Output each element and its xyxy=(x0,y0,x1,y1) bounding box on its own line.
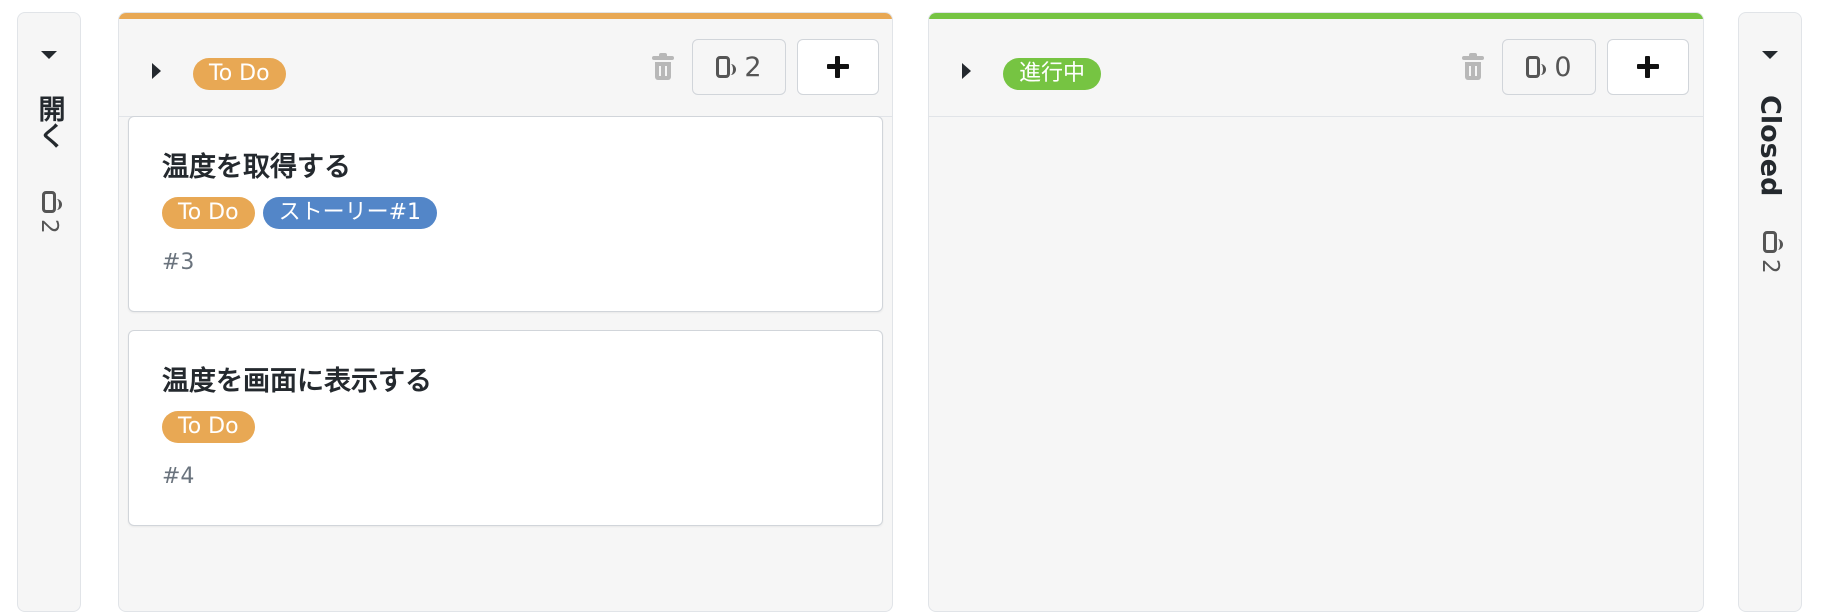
card[interactable]: 温度を取得する To Do ストーリー#1 #3 xyxy=(128,116,883,312)
card-count-button[interactable]: 2 xyxy=(692,39,786,95)
column-label-badge: To Do xyxy=(193,58,286,90)
card-count-button[interactable]: 0 xyxy=(1502,39,1596,95)
column-todo: To Do 2 温度を取得する To Do ストーリー#1 #3 温度を画面に表… xyxy=(118,12,893,612)
plus-icon xyxy=(1637,56,1659,78)
chevron-down-icon[interactable] xyxy=(41,51,57,59)
collapsed-column-title: 開く xyxy=(33,95,65,149)
card-number: #4 xyxy=(162,464,195,489)
add-card-button[interactable] xyxy=(1607,39,1689,95)
column-header: To Do 2 xyxy=(119,19,892,117)
chevron-right-icon[interactable] xyxy=(152,63,161,79)
card-title: 温度を画面に表示する xyxy=(162,366,432,397)
card-count-icon xyxy=(1763,231,1783,253)
card-label-todo: To Do xyxy=(162,197,255,229)
column-label-badge: 進行中 xyxy=(1003,58,1102,90)
card-label-story: ストーリー#1 xyxy=(262,197,437,229)
chevron-right-icon[interactable] xyxy=(962,63,971,79)
collapsed-column-count-value: 2 xyxy=(36,219,62,234)
column-header: 進行中 0 xyxy=(929,19,1703,117)
card-label-todo: To Do xyxy=(162,411,255,443)
plus-icon xyxy=(827,56,849,78)
card[interactable]: 温度を画面に表示する To Do #4 xyxy=(128,330,883,526)
collapsed-column-open[interactable]: 開く 2 xyxy=(17,12,81,612)
card-number: #3 xyxy=(162,250,195,275)
card-title: 温度を取得する xyxy=(162,152,351,183)
column-in-progress: 進行中 0 xyxy=(928,12,1704,612)
card-labels: To Do ストーリー#1 xyxy=(162,197,437,229)
collapsed-column-closed[interactable]: Closed 2 xyxy=(1738,12,1802,612)
chevron-down-icon[interactable] xyxy=(1762,51,1778,59)
collapsed-column-count: 2 xyxy=(36,191,62,234)
card-count-icon xyxy=(1526,56,1547,78)
card-labels: To Do xyxy=(162,411,255,443)
collapsed-column-title: Closed xyxy=(1754,95,1786,197)
collapsed-column-count: 2 xyxy=(1757,231,1783,274)
card-count-value: 0 xyxy=(1554,51,1572,83)
card-count-icon xyxy=(716,56,737,78)
add-card-button[interactable] xyxy=(797,39,879,95)
trash-icon[interactable] xyxy=(652,53,674,80)
collapsed-column-count-value: 2 xyxy=(1757,259,1783,274)
card-count-icon xyxy=(42,191,62,213)
trash-icon[interactable] xyxy=(1462,53,1484,80)
card-count-value: 2 xyxy=(744,51,762,83)
